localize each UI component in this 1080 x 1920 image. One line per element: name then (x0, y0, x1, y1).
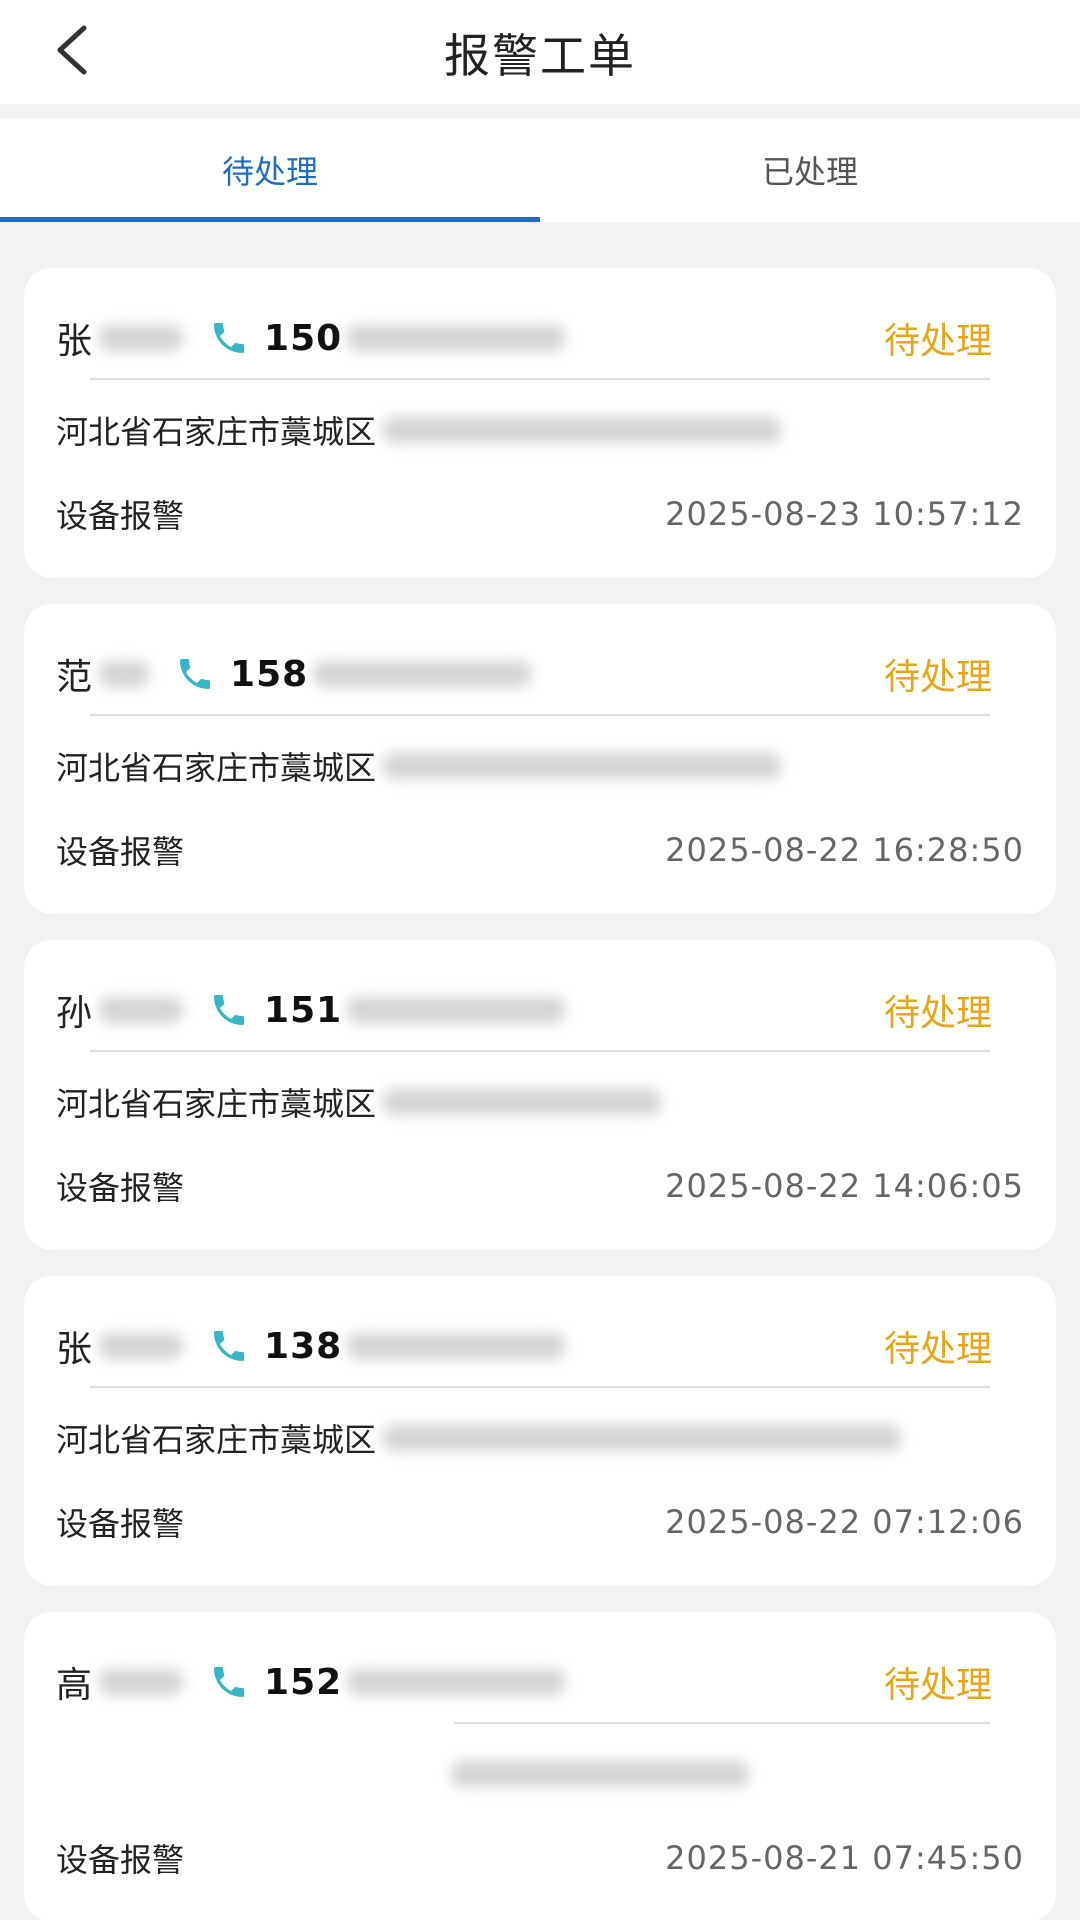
order-card[interactable]: 高 152 待处理 设备报警 2025-08-21 07:45:50 (24, 1612, 1056, 1920)
address-text: 河北省石家庄市藁城区 (56, 1421, 377, 1459)
address-text: 河北省石家庄市藁城区 (56, 1085, 377, 1123)
status-badge: 待处理 (883, 993, 992, 1034)
order-list: 张 150 待处理 河北省石家庄市藁城区 设备报警 2025-08-23 10:… (24, 268, 1056, 1920)
contact-surname: 范 (56, 657, 93, 698)
contact-surname: 张 (56, 1329, 93, 1370)
meta-row: 设备报警 2025-08-23 10:57:12 (56, 490, 1024, 538)
order-header-row: 张 138 待处理 (56, 1320, 1024, 1372)
redacted-phone (346, 1668, 567, 1696)
phone-prefix[interactable]: 138 (264, 1326, 342, 1367)
phone-prefix[interactable]: 158 (230, 654, 308, 695)
meta-row: 设备报警 2025-08-22 14:06:05 (56, 1162, 1024, 1210)
alarm-type: 设备报警 (56, 1841, 185, 1879)
phone-icon[interactable] (172, 651, 218, 697)
page-title: 报警工单 (444, 29, 636, 83)
phone-icon[interactable] (206, 1323, 252, 1369)
address-text: 河北省石家庄市藁城区 (56, 749, 377, 787)
address-row: 河北省石家庄市藁城区 (56, 742, 1024, 790)
divider (90, 378, 990, 380)
divider (90, 1386, 990, 1388)
order-header-row: 张 150 待处理 (56, 312, 1024, 364)
top-bar: 报警工单 (0, 0, 1080, 104)
timestamp: 2025-08-21 07:45:50 (665, 1839, 1024, 1877)
status-badge: 待处理 (883, 1329, 992, 1370)
meta-row: 设备报警 2025-08-21 07:45:50 (56, 1834, 1024, 1882)
phone-prefix[interactable]: 150 (264, 318, 342, 359)
timestamp: 2025-08-22 16:28:50 (665, 831, 1024, 869)
tab-processed[interactable]: 已处理 (540, 118, 1080, 222)
redacted-phone (312, 660, 533, 688)
alarm-type: 设备报警 (56, 1505, 185, 1543)
redacted-phone (346, 996, 567, 1024)
timestamp: 2025-08-23 10:57:12 (665, 495, 1024, 533)
contact-surname: 张 (56, 321, 93, 362)
redacted-phone (346, 324, 567, 352)
tab-bar: 待处理 已处理 (0, 118, 1080, 222)
phone-icon[interactable] (206, 1659, 252, 1705)
redacted-name (98, 324, 185, 352)
order-card[interactable]: 范 158 待处理 河北省石家庄市藁城区 设备报警 2025-08-22 16:… (24, 604, 1056, 914)
timestamp: 2025-08-22 07:12:06 (665, 1503, 1024, 1541)
order-card[interactable]: 张 150 待处理 河北省石家庄市藁城区 设备报警 2025-08-23 10:… (24, 268, 1056, 578)
redacted-name (98, 1668, 185, 1696)
redacted-phone (346, 1332, 567, 1360)
redacted-name (98, 1332, 185, 1360)
address-text: 河北省石家庄市藁城区 (56, 413, 377, 451)
order-card[interactable]: 张 138 待处理 河北省石家庄市藁城区 设备报警 2025-08-22 07:… (24, 1276, 1056, 1586)
address-row: 河北省石家庄市藁城区 (56, 406, 1024, 454)
timestamp: 2025-08-22 14:06:05 (665, 1167, 1024, 1205)
status-badge: 待处理 (883, 657, 992, 698)
alarm-type: 设备报警 (56, 833, 185, 871)
phone-prefix[interactable]: 152 (264, 1662, 342, 1703)
status-badge: 待处理 (883, 321, 992, 362)
redacted-address (382, 1088, 663, 1116)
address-row: 河北省石家庄市藁城区 (56, 1414, 1024, 1462)
contact-surname: 孙 (56, 993, 93, 1034)
order-header-row: 范 158 待处理 (56, 648, 1024, 700)
redacted-address (382, 416, 783, 444)
redacted-address (382, 1424, 903, 1452)
address-row: 河北省石家庄市藁城区 (56, 1078, 1024, 1126)
redacted-address (382, 752, 783, 780)
address-row (56, 1750, 1024, 1798)
order-header-row: 高 152 待处理 (56, 1656, 1024, 1708)
divider (454, 1722, 990, 1724)
meta-row: 设备报警 2025-08-22 16:28:50 (56, 826, 1024, 874)
order-card[interactable]: 孙 151 待处理 河北省石家庄市藁城区 设备报警 2025-08-22 14:… (24, 940, 1056, 1250)
redacted-name (98, 996, 185, 1024)
phone-icon[interactable] (206, 315, 252, 361)
order-header-row: 孙 151 待处理 (56, 984, 1024, 1036)
tab-pending[interactable]: 待处理 (0, 118, 540, 222)
phone-icon[interactable] (206, 987, 252, 1033)
redacted-name (98, 660, 151, 688)
divider (90, 1050, 990, 1052)
status-badge: 待处理 (883, 1665, 992, 1706)
alarm-type: 设备报警 (56, 497, 185, 535)
phone-prefix[interactable]: 151 (264, 990, 342, 1031)
contact-surname: 高 (56, 1665, 93, 1706)
divider (90, 714, 990, 716)
alarm-type: 设备报警 (56, 1169, 185, 1207)
meta-row: 设备报警 2025-08-22 07:12:06 (56, 1498, 1024, 1546)
redacted-address (450, 1760, 750, 1788)
